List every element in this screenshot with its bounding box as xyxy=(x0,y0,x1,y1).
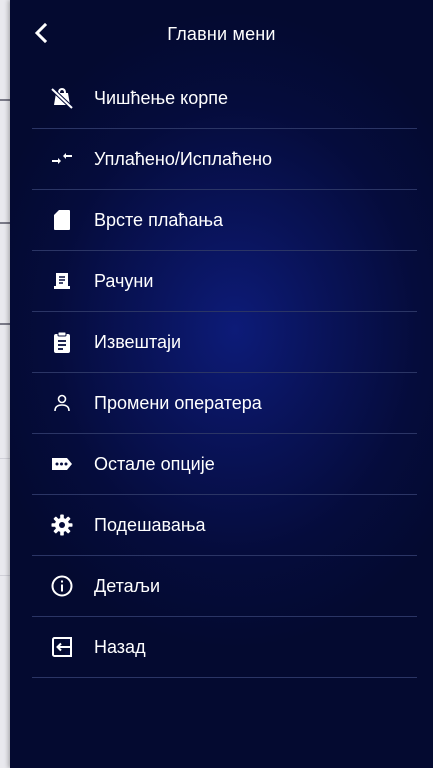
menu-item-other-options[interactable]: Остале опције xyxy=(32,434,417,495)
menu-item-label: Остале опције xyxy=(94,453,215,474)
transfer-arrows-icon xyxy=(50,147,74,171)
menu-item-details[interactable]: Детаљи xyxy=(32,556,417,617)
menu-item-label: Врсте плаћања xyxy=(94,209,223,230)
menu-item-label: Рачуни xyxy=(94,270,154,291)
menu-item-label: Извештаји xyxy=(94,331,182,352)
clipboard-icon xyxy=(50,330,74,354)
menu-item-receipts[interactable]: Рачуни xyxy=(32,251,417,312)
menu-item-label: Назад xyxy=(94,636,146,657)
menu-item-label: Уплаћено/Исплаћено xyxy=(94,148,273,169)
menu-item-change-operator[interactable]: Промени оператера xyxy=(32,373,417,434)
menu-item-paid-in-out[interactable]: Уплаћено/Исплаћено xyxy=(32,129,417,190)
exit-icon xyxy=(50,635,74,659)
gear-icon xyxy=(50,513,74,537)
menu-item-label: Детаљи xyxy=(94,575,161,596)
drawer-title: Главни мени xyxy=(167,24,276,44)
menu-item-label: Промени оператера xyxy=(94,392,262,413)
menu-item-reports[interactable]: Извештаји xyxy=(32,312,417,373)
menu-item-clear-cart[interactable]: Чишћење корпе xyxy=(32,68,417,129)
info-icon xyxy=(50,574,74,598)
document-icon xyxy=(50,208,74,232)
menu-item-payment-types[interactable]: Врсте плаћања xyxy=(32,190,417,251)
main-menu: Чишћење корпе Уплаћено/Исплаћено Врсте п… xyxy=(32,68,417,678)
menu-item-label: Подешавања xyxy=(94,514,206,535)
drawer-header: Главни мени xyxy=(10,0,433,68)
receipt-icon xyxy=(50,269,74,293)
navigation-drawer: Главни мени Чишћење корпе Уплаћено/Испла… xyxy=(10,0,433,768)
person-icon xyxy=(50,391,74,415)
clear-cart-icon xyxy=(50,86,74,110)
more-label-icon xyxy=(50,452,74,476)
menu-item-label: Чишћење корпе xyxy=(94,87,229,108)
menu-item-back[interactable]: Назад xyxy=(32,617,417,678)
menu-item-settings[interactable]: Подешавања xyxy=(32,495,417,556)
